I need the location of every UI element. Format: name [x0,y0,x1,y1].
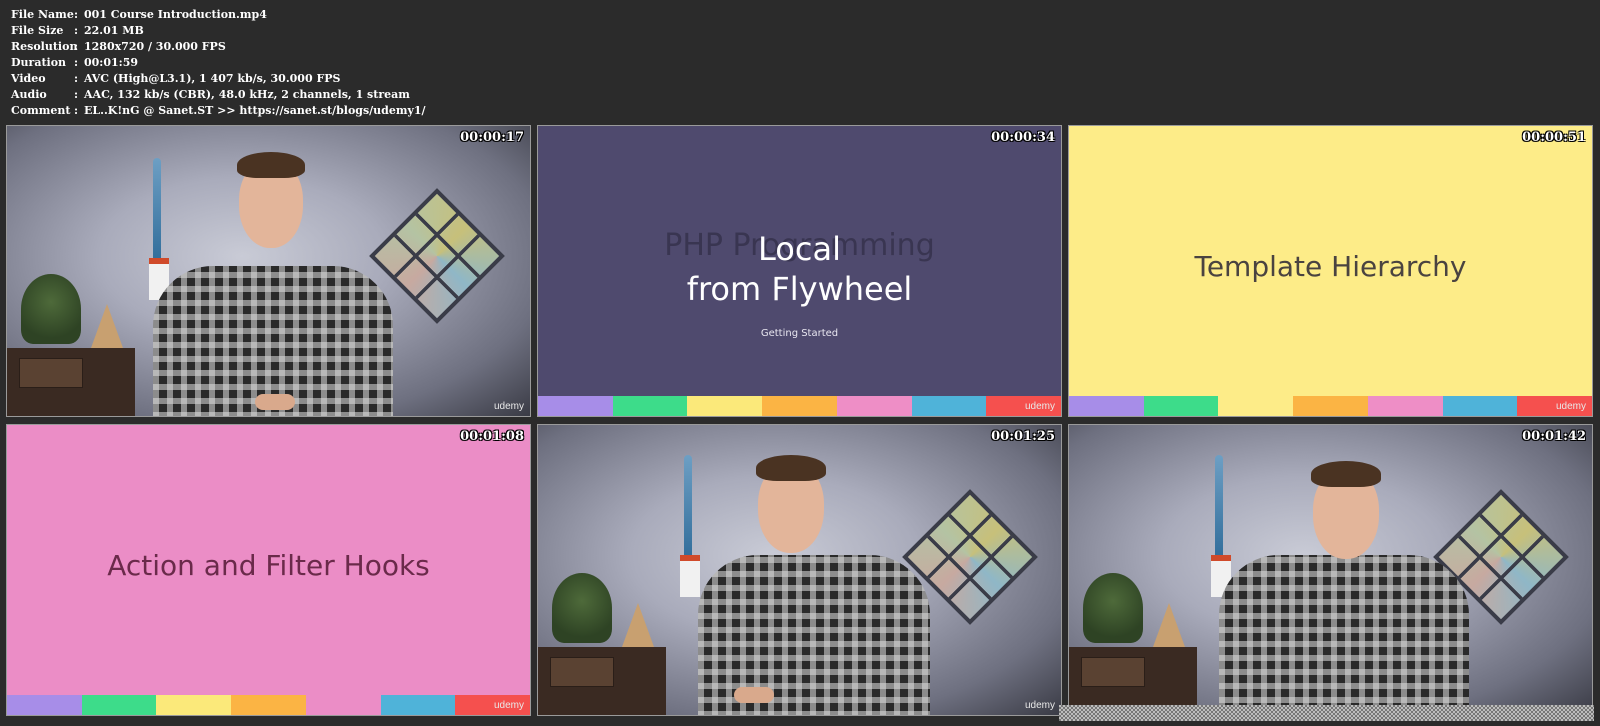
stripe-orange [231,695,306,715]
table-drawer [1081,657,1145,687]
info-value: 22.01 MB [84,24,144,37]
stripe-pink [1367,396,1443,416]
stripe-pink [836,396,912,416]
thumbnail-frame-1[interactable]: 00:00:17 udemy [6,125,531,417]
stripe-green [81,695,157,715]
plant-decor [1083,573,1143,643]
info-value: EL..K!nG @ Sanet.ST >> https://sanet.st/… [84,104,426,117]
table-drawer [19,358,83,388]
timestamp: 00:01:42 [1522,429,1586,444]
udemy-watermark: udemy [1555,401,1586,412]
stripe-green [612,396,688,416]
info-separator: : [74,72,79,85]
presenter-hands [255,394,295,410]
presenter-hair [237,152,305,178]
presenter-hands [734,687,774,703]
thumbnail-frame-4[interactable]: Action and Filter Hooks 00:01:08 udemy [6,424,531,716]
pyramid-decor [622,603,654,647]
info-separator: : [74,8,79,21]
stripe-yellow [1218,396,1294,416]
stripe-blue [1442,396,1518,416]
slide-subtitle: Getting Started [760,328,839,339]
plant-decor [552,573,612,643]
timestamp: 00:00:17 [460,130,524,145]
thumbnail-grid: 00:00:17 udemy PHP Programming Local fro… [6,125,1594,721]
info-row-video: Video: AVC (High@L3.1), 1 407 kb/s, 30.00… [11,71,426,87]
thumbnail-frame-5[interactable]: 00:01:25 udemy [537,424,1062,716]
color-stripes [7,695,530,715]
pyramid-decor [1153,603,1185,647]
lamp-decor [1215,455,1223,565]
window-decor [369,188,505,324]
udemy-watermark: udemy [493,700,524,711]
info-key: Duration [11,56,67,69]
info-value: AAC, 132 kb/s (CBR), 48.0 kHz, 2 channel… [84,88,410,101]
file-info-panel: File Name:001 Course Introduction.mp4 Fi… [11,7,426,119]
color-stripes [1069,396,1592,416]
pyramid-decor [91,304,123,348]
info-key: File Size [11,24,64,37]
table-drawer [550,657,614,687]
stripe-yellow [156,695,232,715]
checkerboard-overlay [1059,705,1594,721]
info-key: Comment [11,104,71,117]
timestamp: 00:00:51 [1522,130,1586,145]
slide-title: Template Hierarchy [1194,250,1467,283]
stripe-orange [762,396,837,416]
stripe-yellow [687,396,763,416]
presenter-shirt [698,555,930,715]
presenter-shirt [1219,555,1469,715]
stripe-orange [1293,396,1368,416]
info-value: AVC (High@L3.1), 1 407 kb/s, 30.000 FPS [84,72,341,85]
info-separator: : [74,56,79,69]
udemy-watermark: udemy [1024,401,1055,412]
stripe-purple [7,695,82,715]
presenter-hair [756,455,826,481]
video-frame-image [538,425,1061,715]
thumbnail-frame-3[interactable]: Template Hierarchy 00:00:51 udemy [1068,125,1593,417]
info-row-comment: Comment: EL..K!nG @ Sanet.ST >> https://s… [11,103,426,119]
video-frame-image [1069,425,1592,715]
info-value: 00:01:59 [84,56,139,69]
thumbnail-frame-2[interactable]: PHP Programming Local from Flywheel Gett… [537,125,1062,417]
timestamp: 00:01:08 [460,429,524,444]
info-row-audio: Audio: AAC, 132 kb/s (CBR), 48.0 kHz, 2 c… [11,87,426,103]
info-row-file-name: File Name:001 Course Introduction.mp4 [11,7,426,23]
udemy-watermark: udemy [1024,700,1055,711]
stripe-purple [1069,396,1144,416]
info-row-duration: Duration:00:01:59 [11,55,426,71]
plant-decor [21,274,81,344]
info-value: 001 Course Introduction.mp4 [84,8,267,21]
thumbnail-frame-6[interactable]: 00:01:42 [1068,424,1593,716]
stripe-green [1143,396,1219,416]
timestamp: 00:01:25 [991,429,1055,444]
slide-title: Action and Filter Hooks [107,549,430,582]
timestamp: 00:00:34 [991,130,1055,145]
color-stripes [538,396,1061,416]
stripe-pink [305,695,381,715]
info-separator: : [74,24,79,37]
stripe-blue [380,695,456,715]
stripe-purple [538,396,613,416]
info-key: Resolution [11,40,78,53]
info-value: 1280x720 / 30.000 FPS [84,40,226,53]
video-frame-image [7,126,530,416]
info-key: Audio [11,88,47,101]
lamp-decor [153,158,161,268]
info-row-file-size: File Size:22.01 MB [11,23,426,39]
info-separator: : [74,104,79,117]
slide-title-line2: from Flywheel [686,270,913,308]
info-separator: : [74,88,79,101]
udemy-watermark: udemy [493,401,524,412]
lamp-decor [684,455,692,565]
info-key: Video [11,72,46,85]
presenter-hair [1311,461,1381,487]
slide-title-line1: Local [758,230,841,268]
stripe-blue [911,396,987,416]
info-row-resolution: Resolution:1280x720 / 30.000 FPS [11,39,426,55]
badge-decor [680,555,700,597]
info-key: File Name [11,8,74,21]
info-separator: : [74,40,79,53]
